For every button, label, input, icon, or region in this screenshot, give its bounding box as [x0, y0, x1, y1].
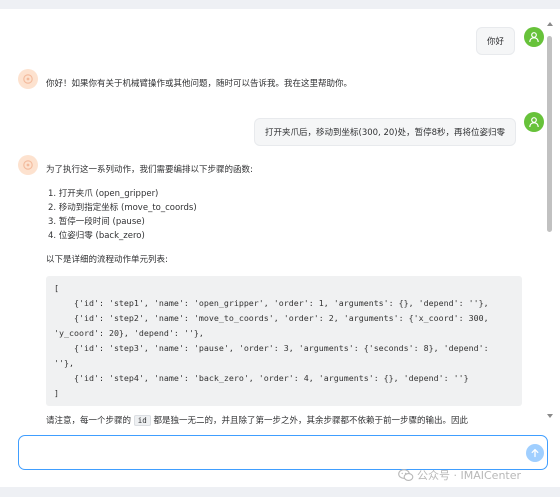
code-line: ''}, [54, 358, 74, 368]
scroll-down-arrow-icon[interactable] [547, 414, 553, 418]
message-input[interactable] [29, 442, 513, 464]
user-message-bubble: 你好 [476, 27, 516, 55]
list-intro-text: 以下是详细的流程动作单元列表: [46, 255, 168, 265]
step-item: 1. 打开夹爪 (open_gripper) [48, 189, 159, 199]
bot-message: 为了执行这一系列动作，我们需要编排以下步骤的函数: 1. 打开夹爪 (open_… [46, 163, 522, 427]
scroll-thumb[interactable] [547, 36, 552, 232]
note-text-before: 请注意，每一个步骤的 [46, 416, 132, 426]
code-line: 'y_coord': 20}, 'depend': ''}, [54, 328, 204, 338]
bot-avatar [18, 155, 38, 175]
user-icon [529, 32, 539, 43]
scroll-up-arrow-icon[interactable] [547, 22, 553, 26]
code-line: {'id': 'step2', 'name': 'move_to_coords'… [54, 313, 489, 323]
user-avatar [524, 27, 544, 47]
code-block: [ {'id': 'step1', 'name': 'open_gripper'… [46, 276, 522, 406]
bot-intro-text: 为了执行这一系列动作，我们需要编排以下步骤的函数: [46, 165, 253, 175]
chat-area[interactable]: 你好 你好！如果你有关于机械臂操作或其他问题，随时可以告诉我。我在这里帮助你。 … [0, 9, 546, 427]
top-bar [0, 0, 560, 9]
bot-message-text: 你好！如果你有关于机械臂操作或其他问题，随时可以告诉我。我在这里帮助你。 [46, 79, 353, 89]
wechat-icon [398, 468, 414, 481]
step-item: 2. 移动到指定坐标 (move_to_coords) [48, 203, 197, 213]
user-message-text: 打开夹爪后，移动到坐标(300, 20)处，暂停8秒，再将位姿归零 [265, 128, 505, 138]
user-avatar [524, 112, 544, 132]
user-icon [529, 117, 539, 128]
arrow-up-icon [531, 448, 539, 458]
scrollbar[interactable] [546, 22, 554, 422]
code-line: {'id': 'step3', 'name': 'pause', 'order'… [54, 343, 489, 353]
bot-avatar [18, 69, 38, 89]
code-line: [ [54, 283, 59, 293]
bottom-bar [0, 487, 560, 497]
user-message-text: 你好 [487, 37, 505, 47]
note-text: 请注意，每一个步骤的 id 都是独一无二的，并且除了第一步之外，其余步骤都不依赖… [46, 414, 522, 427]
step-item: 4. 位姿归零 (back_zero) [48, 231, 145, 241]
message-input-box[interactable] [18, 435, 548, 470]
send-button[interactable] [526, 444, 544, 462]
bot-message: 你好！如果你有关于机械臂操作或其他问题，随时可以告诉我。我在这里帮助你。 [46, 77, 506, 91]
code-line: {'id': 'step1', 'name': 'open_gripper', … [54, 298, 489, 308]
inline-code: id [133, 415, 151, 426]
note-text-after: 都是独一无二的，并且除了第一步之外，其余步骤都不依赖于前一步骤的输出。因此 [153, 416, 468, 426]
bot-icon [23, 74, 33, 84]
steps-list: 1. 打开夹爪 (open_gripper) 2. 移动到指定坐标 (move_… [48, 187, 522, 243]
code-line: ] [54, 388, 59, 398]
bot-icon [23, 160, 33, 170]
watermark-text: 公众号 · IMAICenter [417, 469, 522, 482]
watermark: 公众号 · IMAICenter [398, 467, 521, 483]
user-message-bubble: 打开夹爪后，移动到坐标(300, 20)处，暂停8秒，再将位姿归零 [254, 118, 516, 146]
step-item: 3. 暂停一段时间 (pause) [48, 217, 145, 227]
code-line: {'id': 'step4', 'name': 'back_zero', 'or… [54, 373, 469, 383]
